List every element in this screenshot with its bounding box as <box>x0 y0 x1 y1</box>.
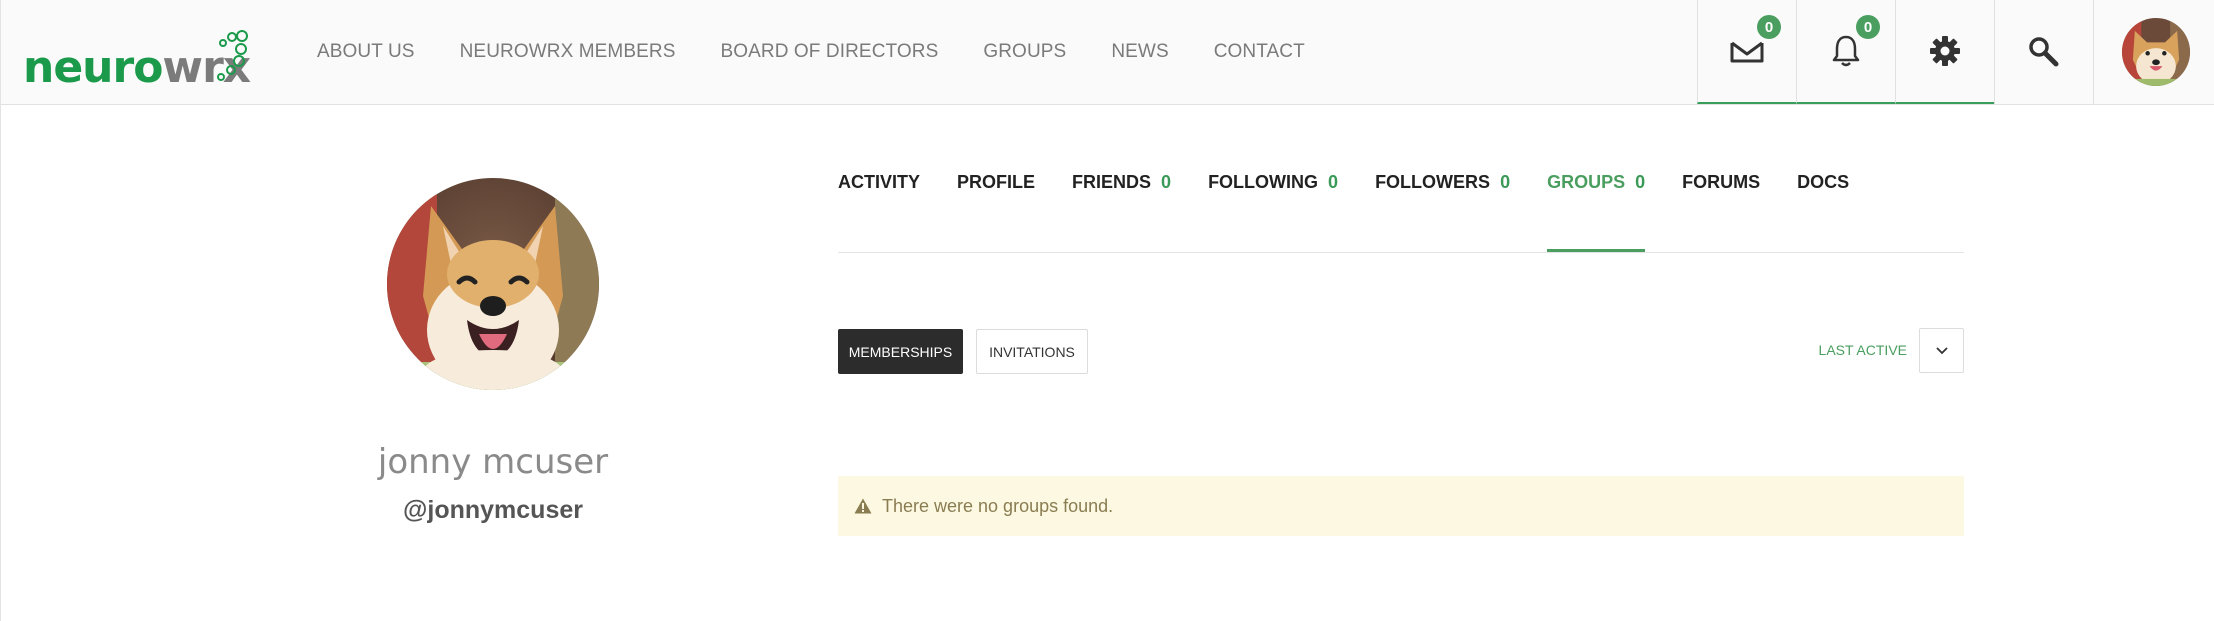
avatar[interactable] <box>2122 18 2190 86</box>
tab-groups[interactable]: GROUPS 0 <box>1547 150 1646 252</box>
tab-label: ACTIVITY <box>838 172 921 192</box>
chevron-down-icon <box>1935 346 1948 354</box>
tab-following[interactable]: FOLLOWING 0 <box>1208 150 1338 251</box>
tab-label: FORUMS <box>1682 172 1761 192</box>
notifications-button[interactable]: 0 <box>1796 0 1895 104</box>
shiba-dog-photo <box>387 178 599 390</box>
no-groups-notice: There were no groups found. <box>838 476 1964 536</box>
messages-count-badge: 0 <box>1757 15 1781 39</box>
logo-text-neuro: neuro <box>23 42 163 93</box>
tab-docs[interactable]: DOCS <box>1797 150 1849 251</box>
tab-count: 0 <box>1328 172 1339 192</box>
tab-followers[interactable]: FOLLOWERS 0 <box>1375 150 1510 251</box>
settings-button[interactable] <box>1895 0 1994 104</box>
messages-button[interactable]: 0 <box>1697 0 1796 104</box>
shiba-dog-avatar-small <box>2122 18 2190 86</box>
profile-tabs: ACTIVITY PROFILE FRIENDS 0 FOLLOWING 0 FOL… <box>838 150 1964 253</box>
tab-friends[interactable]: FRIENDS 0 <box>1072 150 1171 251</box>
tab-label: GROUPS <box>1547 172 1626 192</box>
nav-about-us[interactable]: ABOUT US <box>317 41 415 63</box>
main-navigation: ABOUT US NEUROWRX MEMBERS BOARD OF DIREC… <box>317 0 1350 104</box>
tab-forums[interactable]: FORUMS <box>1682 150 1760 251</box>
nav-groups[interactable]: GROUPS <box>983 41 1066 63</box>
profile-username: @jonnymcuser <box>403 496 583 524</box>
profile-avatar <box>387 178 599 390</box>
gear-icon <box>1930 36 1960 66</box>
sort-dropdown-button[interactable] <box>1919 328 1964 373</box>
logo-gears-icon <box>217 30 248 81</box>
tab-label: FOLLOWERS <box>1375 172 1491 192</box>
search-icon <box>2029 37 2059 67</box>
notifications-count-badge: 0 <box>1856 15 1880 39</box>
memberships-button[interactable]: MEMBERSHIPS <box>838 329 963 374</box>
profile-display-name: jonny mcuser <box>377 442 609 482</box>
tab-label: DOCS <box>1797 172 1850 192</box>
tab-activity[interactable]: ACTIVITY <box>838 150 920 251</box>
tab-count: 0 <box>1161 172 1172 192</box>
search-button[interactable] <box>1994 0 2093 104</box>
warning-icon <box>854 498 872 514</box>
notice-text: There were no groups found. <box>882 495 1114 516</box>
envelope-icon <box>1730 41 1764 63</box>
tab-count: 0 <box>1500 172 1511 192</box>
tab-count: 0 <box>1635 172 1646 192</box>
sort-order-label[interactable]: LAST ACTIVE <box>1791 342 1907 358</box>
nav-news[interactable]: NEWS <box>1111 41 1168 63</box>
top-header: neuro wrx ABOUT US NEUROWRX MEMBERS BOARD… <box>1 0 2214 105</box>
nav-board-of-directors[interactable]: BOARD OF DIRECTORS <box>720 41 938 63</box>
invitations-button[interactable]: INVITATIONS <box>976 329 1088 374</box>
tab-profile[interactable]: PROFILE <box>957 150 1035 251</box>
bell-icon <box>1832 35 1860 67</box>
nav-contact[interactable]: CONTACT <box>1214 41 1305 63</box>
site-logo[interactable]: neuro wrx <box>23 30 251 93</box>
tab-label: PROFILE <box>957 172 1036 192</box>
tab-label: FRIENDS <box>1072 172 1152 192</box>
nav-neurowrx-members[interactable]: NEUROWRX MEMBERS <box>460 41 676 63</box>
tab-label: FOLLOWING <box>1208 172 1319 192</box>
